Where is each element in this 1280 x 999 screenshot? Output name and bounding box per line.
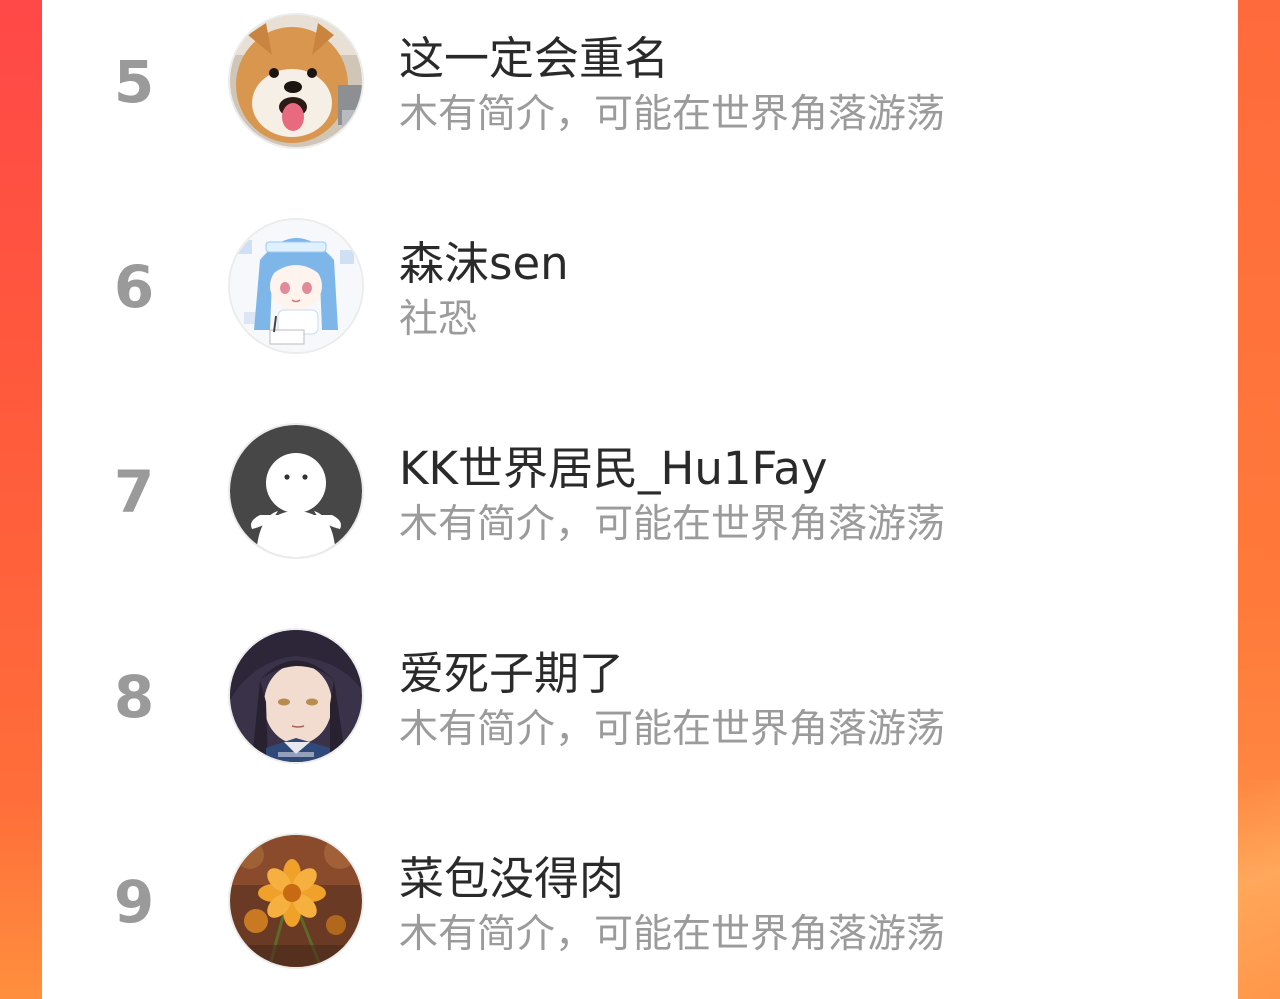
leaderboard-row[interactable]: 9 菜包没得肉 木有简介，可能在世界角落游荡 [42, 800, 1238, 999]
user-bio: 木有简介，可能在世界角落游荡 [399, 707, 946, 752]
right-edge-decoration [1238, 0, 1280, 999]
user-name[interactable]: 森沫sen [399, 227, 569, 292]
rank-number: 9 [113, 868, 155, 936]
leaderboard-card: 5 这一定会重名 木有简介，可能在世界角落游荡 6 森沫sen 社恐 7 KK世… [42, 0, 1238, 999]
user-bio: 社恐 [399, 297, 478, 342]
user-avatar[interactable] [230, 630, 362, 762]
user-bio: 木有简介，可能在世界角落游荡 [399, 502, 946, 547]
leaderboard-row[interactable]: 7 KK世界居民_Hu1Fay 木有简介，可能在世界角落游荡 [42, 390, 1238, 595]
rank-number: 7 [113, 458, 155, 526]
leaderboard-row[interactable]: 6 森沫sen 社恐 [42, 185, 1238, 390]
anime-man-icon [230, 630, 362, 762]
anime-girl-icon [230, 220, 362, 352]
user-name[interactable]: 爱死子期了 [399, 637, 624, 702]
user-bio: 木有简介，可能在世界角落游荡 [399, 912, 946, 957]
user-name[interactable]: 菜包没得肉 [399, 842, 624, 907]
user-name[interactable]: 这一定会重名 [399, 22, 669, 87]
default-avatar-icon [230, 425, 362, 557]
user-avatar[interactable] [230, 15, 362, 147]
user-bio: 木有简介，可能在世界角落游荡 [399, 92, 946, 137]
light-streak [1238, 780, 1280, 999]
user-name[interactable]: KK世界居民_Hu1Fay [399, 432, 827, 497]
rank-number: 5 [113, 48, 155, 116]
leaderboard-row[interactable]: 5 这一定会重名 木有简介，可能在世界角落游荡 [42, 0, 1238, 185]
page-background: 5 这一定会重名 木有简介，可能在世界角落游荡 6 森沫sen 社恐 7 KK世… [0, 0, 1280, 999]
user-avatar[interactable] [230, 220, 362, 352]
user-avatar[interactable] [230, 835, 362, 967]
flower-icon [230, 835, 362, 967]
rank-number: 8 [113, 663, 155, 731]
user-avatar[interactable] [230, 425, 362, 557]
leaderboard-row[interactable]: 8 爱死子期了 木有简介，可能在世界角落游荡 [42, 595, 1238, 800]
rank-number: 6 [113, 253, 155, 321]
shiba-dog-icon [230, 15, 362, 147]
